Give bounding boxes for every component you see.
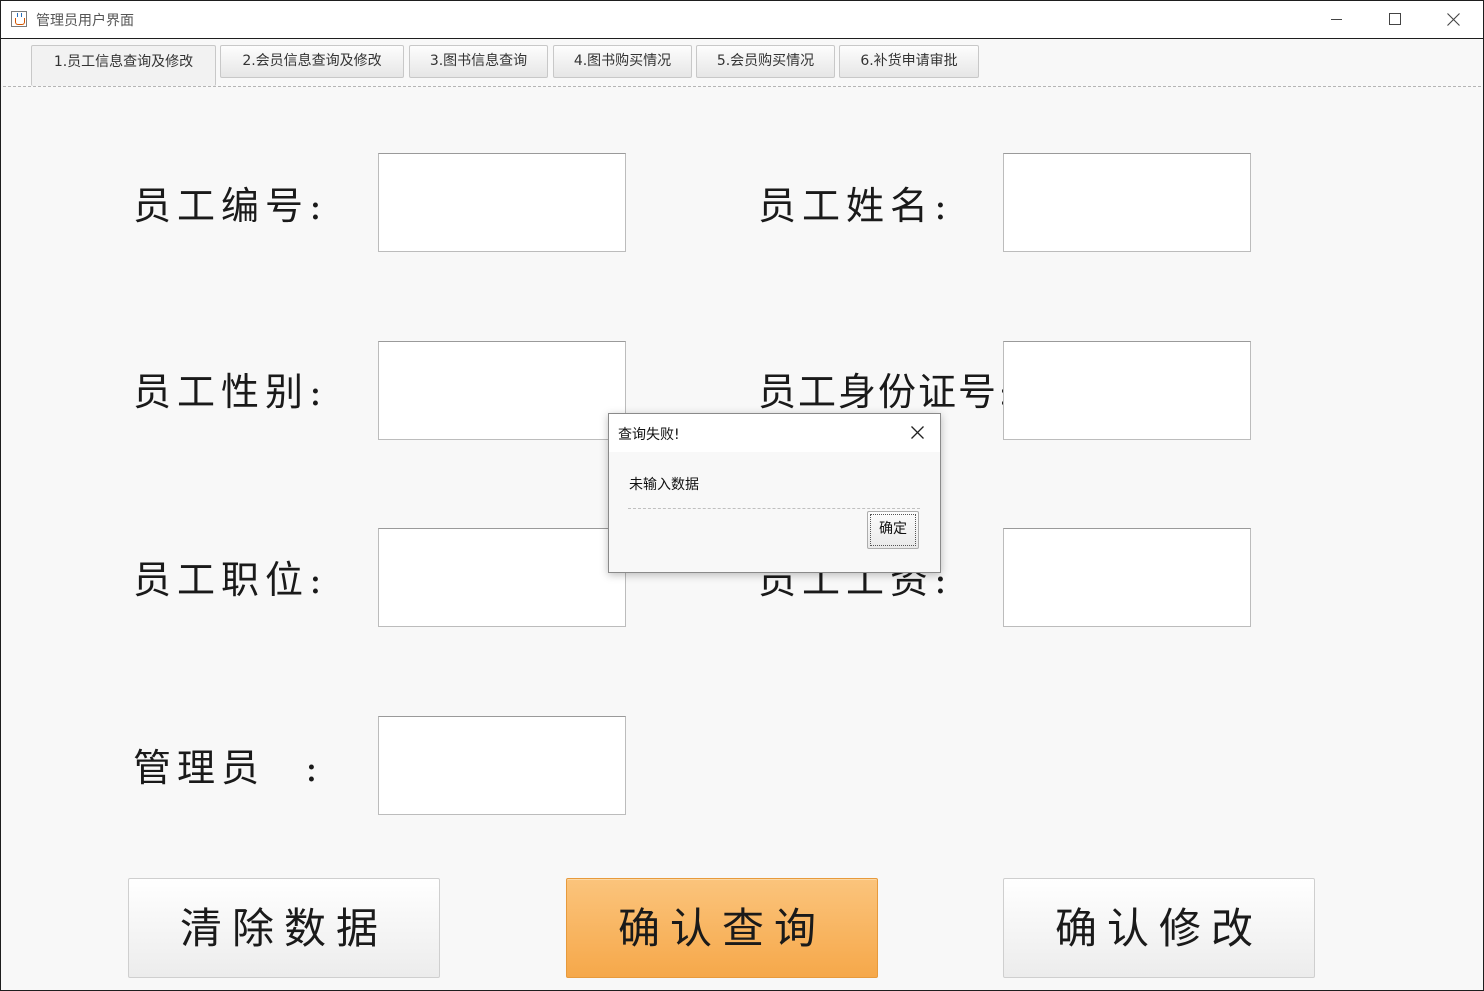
employee-idcard-field[interactable]: [1003, 341, 1251, 440]
employee-salary-field[interactable]: [1003, 528, 1251, 627]
minimize-button[interactable]: [1308, 1, 1366, 38]
dialog-title: 查询失败!: [618, 427, 680, 443]
close-button[interactable]: [1425, 1, 1483, 38]
tab-member-purchase[interactable]: 5.会员购买情况: [696, 45, 835, 78]
employee-position-label: 员工职位:: [133, 558, 328, 602]
tab-restock-approval[interactable]: 6.补货申请审批: [839, 45, 979, 78]
tab-employee-info[interactable]: 1.员工信息查询及修改: [31, 45, 216, 86]
dialog-ok-button[interactable]: 确定: [867, 511, 919, 549]
employee-id-label: 员工编号:: [133, 184, 328, 228]
maximize-button[interactable]: [1366, 1, 1424, 38]
employee-id-field[interactable]: [378, 153, 626, 252]
employee-gender-field[interactable]: [378, 341, 626, 440]
employee-idcard-label: 员工身份证号:: [758, 370, 1013, 414]
dialog-message: 未输入数据: [629, 477, 699, 493]
close-icon: [911, 426, 924, 439]
window-title: 管理员用户界面: [36, 13, 134, 29]
admin-field[interactable]: [378, 716, 626, 815]
employee-position-field[interactable]: [378, 528, 626, 627]
employee-gender-label: 员工性别:: [133, 370, 328, 414]
close-icon: [1447, 13, 1460, 26]
title-bar[interactable]: 管理员用户界面: [1, 1, 1483, 39]
dialog-separator: [628, 508, 920, 509]
tab-bar: 1.员工信息查询及修改 2.会员信息查询及修改 3.图书信息查询 4.图书购买情…: [1, 39, 1483, 87]
employee-name-field[interactable]: [1003, 153, 1251, 252]
error-dialog: 查询失败! 未输入数据 确定: [608, 413, 941, 573]
employee-name-label: 员工姓名:: [758, 184, 953, 228]
clear-data-button[interactable]: 清除数据: [128, 878, 440, 978]
dialog-title-bar[interactable]: 查询失败!: [609, 414, 940, 452]
main-window: 管理员用户界面 1.员工信息查询及修改 2.会员信息查询及修改 3.图书信息查询…: [0, 0, 1484, 991]
admin-label-colon: :: [305, 746, 324, 790]
dialog-close-button[interactable]: [905, 420, 931, 446]
confirm-query-button[interactable]: 确认查询: [566, 878, 878, 978]
tab-book-purchase[interactable]: 4.图书购买情况: [553, 45, 692, 78]
java-app-icon: [11, 11, 27, 27]
confirm-modify-button[interactable]: 确认修改: [1003, 878, 1315, 978]
tab-member-info[interactable]: 2.会员信息查询及修改: [220, 45, 404, 78]
tab-book-info[interactable]: 3.图书信息查询: [409, 45, 548, 78]
admin-label: 管理员: [133, 746, 266, 790]
